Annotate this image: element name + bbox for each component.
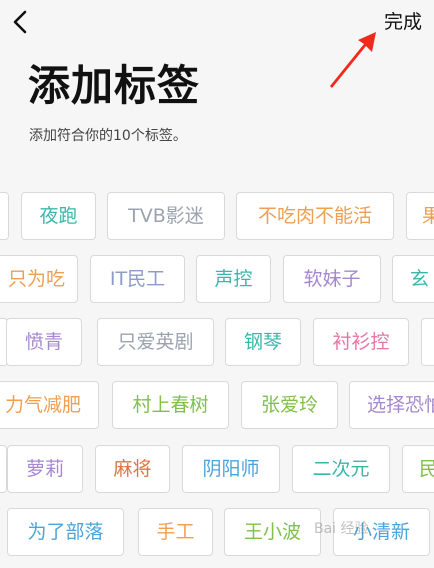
tag-chip[interactable]: 手工 [138, 508, 213, 556]
tag-chip[interactable]: 钢琴 [225, 318, 301, 366]
tag-chip[interactable]: 萝莉 [7, 445, 83, 493]
tag-chip[interactable] [421, 318, 434, 366]
tag-chip[interactable]: 玄 [392, 255, 434, 303]
tag-chip[interactable]: 果 [406, 192, 434, 240]
tag-chip[interactable]: 选择恐怕 [349, 381, 434, 429]
tag-chip[interactable] [0, 445, 7, 493]
tag-chip[interactable]: 夜跑 [21, 192, 96, 240]
tag-chip[interactable]: TVB影迷 [107, 192, 225, 240]
tag-chip[interactable]: 只为吃 [0, 255, 78, 303]
tag-chip[interactable] [0, 192, 9, 240]
add-tags-screen: 完成 添加标签 添加符合你的10个标签。 夜跑 TVB影迷 不吃肉不能活 果 只… [0, 0, 434, 568]
tag-chip[interactable]: 衬衫控 [313, 318, 409, 366]
tag-chip[interactable]: 民 [402, 445, 434, 493]
tag-chip[interactable]: 麻将 [95, 445, 170, 493]
tag-chip[interactable]: 不吃肉不能活 [236, 192, 394, 240]
tag-chip[interactable]: 只爱英剧 [97, 318, 214, 366]
tag-chip[interactable]: 声控 [196, 255, 271, 303]
tag-chip[interactable]: 张爱玲 [241, 381, 338, 429]
tag-chip[interactable]: IT民工 [90, 255, 185, 303]
tag-chip[interactable]: 村上春树 [112, 381, 229, 429]
tag-chip[interactable]: 王小波 [224, 508, 321, 556]
tag-grid: 夜跑 TVB影迷 不吃肉不能活 果 只为吃 IT民工 声控 软妹子 玄 愤青 只… [0, 0, 434, 568]
tag-chip[interactable]: 软妹子 [283, 255, 381, 303]
tag-chip[interactable]: 阴阳师 [182, 445, 280, 493]
watermark-logo-icon: Bai 经验 [314, 521, 369, 537]
tag-chip[interactable]: 二次元 [292, 445, 390, 493]
tag-chip[interactable]: 为了部落 [7, 508, 124, 556]
tag-chip[interactable]: 力气减肥 [0, 381, 99, 429]
tag-chip[interactable]: 愤青 [6, 318, 82, 366]
